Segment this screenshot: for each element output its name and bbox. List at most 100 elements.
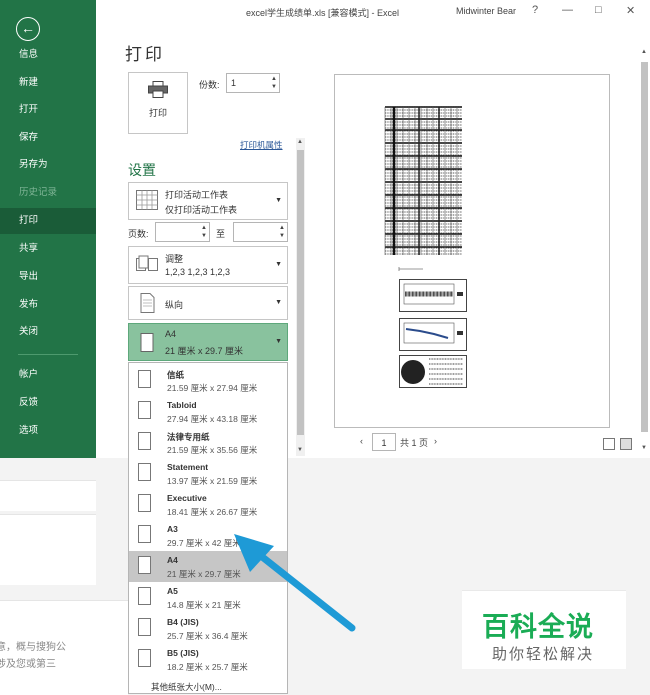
paper-size-dimensions: 13.97 厘米 x 21.59 厘米 (167, 476, 258, 486)
paper-icon (138, 494, 151, 512)
page-title: 打印 (125, 45, 165, 64)
paper-icon (138, 463, 151, 481)
paper-icon (138, 401, 151, 419)
page-number-input[interactable]: 1 (372, 433, 396, 451)
chart-thumbnail-1 (399, 279, 467, 312)
settings-scrollbar[interactable]: ▲ ▼ (296, 138, 305, 456)
collate-dropdown[interactable]: 调整 1,2,3 1,2,3 1,2,3 ▼ (128, 246, 288, 284)
paper-size-item[interactable]: 信纸 21.59 厘米 x 27.94 厘米 (129, 365, 287, 396)
print-what-description: 仅打印活动工作表 (165, 205, 238, 215)
chart-thumbnail-3 (399, 355, 467, 388)
paper-size-name: 信纸 (167, 370, 185, 380)
window-title: excel学生成绩单.xls [兼容模式] - Excel (246, 8, 400, 18)
sidebar-item-save[interactable]: 保存 (0, 125, 96, 151)
scroll-down-icon[interactable]: ▼ (297, 447, 303, 453)
paper-icon (138, 556, 151, 574)
paper-size-dropdown[interactable]: A4 21 厘米 x 29.7 厘米 ▼ (128, 323, 288, 361)
scroll-down-icon[interactable]: ▼ (641, 445, 647, 451)
sidebar-item-new[interactable]: 新建 (0, 70, 96, 96)
paper-size-name: Executive (167, 493, 207, 503)
watermark-subtitle: 助你轻松解决 (492, 646, 595, 663)
collate-description: 1,2,3 1,2,3 1,2,3 (165, 267, 231, 277)
paper-size-dimensions: 21.59 厘米 x 27.94 厘米 (167, 383, 258, 393)
copies-label: 份数: (199, 80, 220, 90)
close-button[interactable]: ✕ (626, 4, 635, 17)
paper-size-description: 21 厘米 x 29.7 厘米 (165, 346, 244, 356)
sidebar-item-export[interactable]: 导出 (0, 264, 96, 290)
user-name[interactable]: Midwinter Bear (456, 6, 516, 16)
settings-heading: 设置 (128, 162, 156, 178)
settings-scrollbar-thumb[interactable] (297, 150, 304, 435)
paper-icon (140, 333, 154, 352)
stepper-arrows-icon[interactable]: ▲ ▼ (279, 224, 285, 240)
paper-size-item[interactable]: B5 (JIS) 18.2 厘米 x 25.7 厘米 (129, 644, 287, 675)
orientation-value: 纵向 (165, 300, 184, 310)
orientation-dropdown[interactable]: 纵向 ▼ (128, 286, 288, 320)
back-arrow-icon[interactable]: ← (16, 17, 40, 41)
prev-page-button[interactable]: ‹ (360, 436, 363, 446)
paper-size-name: A4 (167, 555, 178, 565)
chevron-down-icon: ▼ (275, 299, 282, 306)
print-preview-page (334, 74, 610, 428)
pages-from-stepper[interactable]: ▲ ▼ (155, 222, 210, 242)
preview-scrollbar-thumb[interactable] (641, 62, 648, 432)
watermark-logo: 百科全说 助你轻松解决 (462, 590, 626, 669)
paper-size-dimensions: 21.59 厘米 x 35.56 厘米 (167, 445, 258, 455)
paper-size-name: 法律专用纸 (167, 432, 210, 442)
sidebar-item-share[interactable]: 共享 (0, 236, 96, 262)
background-text-1: 意，概与搜狗公 (0, 642, 66, 653)
paper-size-item[interactable]: Tabloid 27.94 厘米 x 43.18 厘米 (129, 396, 287, 427)
paper-icon (138, 649, 151, 667)
stepper-arrows-icon[interactable]: ▲ ▼ (271, 75, 277, 91)
maximize-button[interactable]: □ (595, 4, 602, 16)
sidebar-item-publish[interactable]: 发布 (0, 292, 96, 318)
paper-icon (138, 432, 151, 450)
title-bar: excel学生成绩单.xls [兼容模式] - Excel Midwinter … (96, 0, 650, 24)
paper-size-list: 信纸 21.59 厘米 x 27.94 厘米 Tabloid 27.94 厘米 x 4… (128, 362, 288, 694)
print-what-dropdown[interactable]: 打印活动工作表 仅打印活动工作表 ▼ (128, 182, 288, 220)
sidebar-item-open[interactable]: 打开 (0, 97, 96, 123)
spreadsheet-preview (384, 106, 462, 271)
sidebar-item-options[interactable]: 选项 (0, 418, 96, 444)
printer-icon (148, 81, 168, 98)
paper-icon (138, 587, 151, 605)
sidebar-item-account[interactable]: 帐户 (0, 362, 96, 388)
portrait-page-icon (140, 293, 155, 313)
more-paper-sizes-link[interactable]: 其他纸张大小(M)... (151, 681, 222, 693)
paper-size-item[interactable]: 法律专用纸 21.59 厘米 x 35.56 厘米 (129, 427, 287, 458)
sidebar-item-feedback[interactable]: 反馈 (0, 390, 96, 416)
paper-size-item[interactable]: Executive 18.41 厘米 x 26.67 厘米 (129, 489, 287, 520)
show-margins-icon[interactable] (603, 438, 615, 450)
print-button-label: 打印 (148, 108, 167, 118)
excel-window: ← 信息 新建 打开 保存 另存为 历史记录 打印 共享 导出 发布 关闭 帐户 反馈 选项 excel学… (0, 0, 650, 458)
paper-size-item[interactable]: Statement 13.97 厘米 x 21.59 厘米 (129, 458, 287, 489)
paper-size-name: Statement (167, 462, 209, 472)
print-button[interactable]: 打印 (128, 72, 188, 134)
pages-to-label: 至 (216, 229, 226, 239)
stepper-arrows-icon[interactable]: ▲ ▼ (201, 224, 207, 240)
pages-to-stepper[interactable]: ▲ ▼ (233, 222, 288, 242)
scroll-up-icon[interactable]: ▲ (297, 139, 303, 145)
paper-size-dimensions: 18.41 厘米 x 26.67 厘米 (167, 507, 258, 517)
copies-stepper[interactable]: 1 ▲ ▼ (226, 73, 280, 93)
sidebar-item-close[interactable]: 关闭 (0, 319, 96, 345)
paper-size-dimensions: 27.94 厘米 x 43.18 厘米 (167, 414, 258, 424)
paper-size-name: A3 (167, 524, 178, 534)
paper-icon (138, 370, 151, 388)
sidebar-item-save-as[interactable]: 另存为 (0, 152, 96, 178)
minimize-button[interactable]: — (562, 4, 573, 16)
preview-scrollbar[interactable]: ▲ ▼ (640, 48, 649, 456)
sidebar-item-info[interactable]: 信息 (0, 42, 96, 68)
scroll-up-icon[interactable]: ▲ (641, 49, 647, 55)
chevron-down-icon: ▼ (275, 197, 282, 204)
paper-size-name: B5 (JIS) (167, 648, 199, 658)
collate-icon (136, 255, 158, 271)
collate-value: 调整 (165, 254, 184, 264)
sidebar-item-print[interactable]: 打印 (0, 208, 96, 234)
chart-thumbnail-2 (399, 318, 467, 351)
printer-properties-link[interactable]: 打印机属性 (240, 139, 283, 151)
zoom-to-page-icon[interactable] (620, 438, 632, 450)
background-text-2: 涉及您或第三 (0, 659, 56, 670)
next-page-button[interactable]: › (434, 436, 437, 446)
help-button[interactable]: ? (532, 4, 538, 16)
